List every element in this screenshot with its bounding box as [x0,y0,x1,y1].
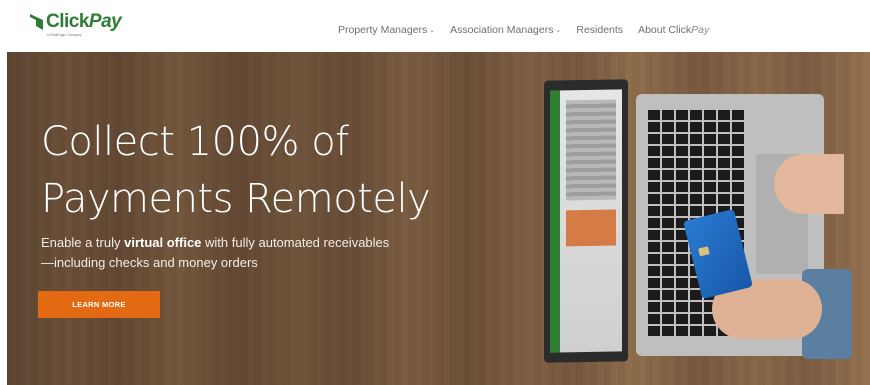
subtext-bold: virtual office [124,235,202,250]
nav-association-managers[interactable]: Association Managers ⌄ [450,24,561,36]
logo-tagline: A RealPage Company [47,33,82,37]
main-nav: Property Managers ⌄ Association Managers ⌄… [338,24,724,36]
leaf-icon [30,14,43,30]
laptop-illustration [544,74,852,369]
hand-image [774,154,844,214]
nav-label: Property Managers [338,24,428,36]
logo-wordmark: ClickPay [46,11,122,32]
chevron-down-icon: ⌄ [429,27,436,34]
headline-line-2: Payments Remotely [41,176,431,222]
hero-banner: Collect 100% of Payments Remotely Enable… [7,52,870,385]
nav-label-pay: Pay [691,24,710,36]
nav-about[interactable]: About Click Pay [638,24,709,36]
nav-residents[interactable]: Residents [576,24,623,36]
nav-label: Association Managers [450,24,554,36]
headline-line-1: Collect 100% of [41,119,349,165]
site-header: ClickPay A RealPage Company Property Man… [0,0,870,52]
subtext-rest: with fully automated receivables [201,235,390,250]
nav-property-managers[interactable]: Property Managers ⌄ [338,24,435,36]
laptop-screen [544,79,628,363]
nav-label: Residents [576,24,624,36]
clickpay-logo[interactable]: ClickPay A RealPage Company [30,11,122,41]
learn-more-button[interactable]: LEARN MORE [38,291,160,318]
subtext-line-2: —including checks and money orders [41,255,258,270]
hero-subtext: Enable a truly virtual office with fully… [41,233,389,273]
hero-headline: Collect 100% of Payments Remotely [41,114,431,228]
chevron-down-icon: ⌄ [555,27,562,34]
nav-label: About Click [638,24,692,36]
subtext-prefix: Enable a truly [41,235,125,250]
